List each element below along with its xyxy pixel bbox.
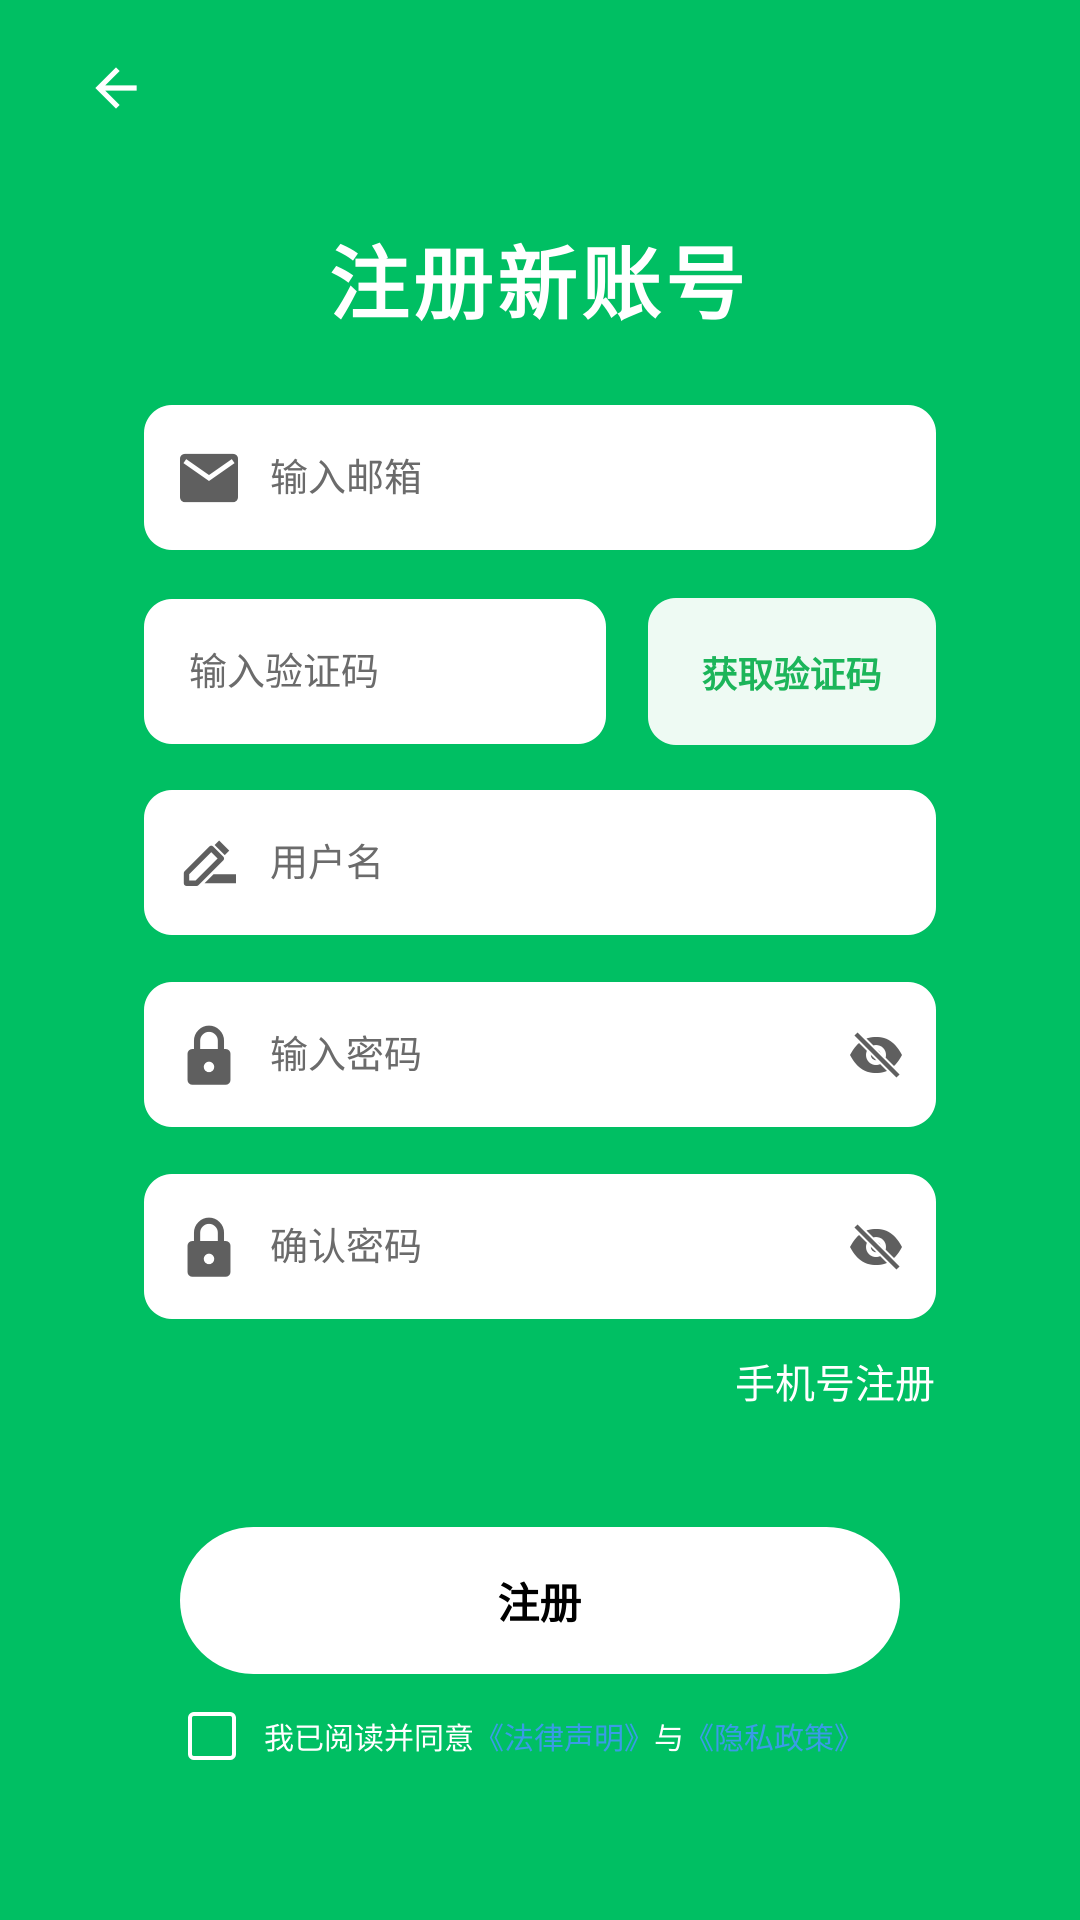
confirm-password-input[interactable] [270, 1174, 830, 1319]
legal-statement-link[interactable]: 《法律声明》 [474, 1714, 654, 1758]
eye-off-icon [850, 1222, 902, 1271]
confirm-password-visibility-toggle[interactable] [846, 1217, 906, 1277]
register-page: 注册新账号 获取验证码 [0, 0, 1080, 1920]
privacy-policy-link[interactable]: 《隐私政策》 [684, 1714, 864, 1758]
username-input[interactable] [270, 790, 830, 935]
lock-icon [180, 1217, 238, 1277]
password-field[interactable] [144, 982, 936, 1127]
agreement-row: 我已阅读并同意 《法律声明》 与 《隐私政策》 [188, 1708, 864, 1764]
edit-icon [180, 834, 238, 892]
register-button[interactable]: 注册 [180, 1527, 900, 1674]
code-field[interactable] [144, 599, 606, 744]
email-field[interactable] [144, 405, 936, 550]
page-title: 注册新账号 [330, 238, 750, 331]
arrow-left-icon [95, 67, 137, 109]
agreement-prefix: 我已阅读并同意 [264, 1722, 474, 1757]
agreement-conjunction: 与 [654, 1722, 684, 1757]
phone-register-link[interactable]: 手机号注册 [735, 1352, 935, 1410]
username-field[interactable] [144, 790, 936, 935]
code-input[interactable] [189, 599, 579, 744]
password-input[interactable] [270, 982, 830, 1127]
get-code-button[interactable]: 获取验证码 [648, 598, 936, 745]
lock-icon [180, 1025, 238, 1085]
agreement-checkbox[interactable] [188, 1712, 236, 1760]
mail-icon [180, 449, 238, 507]
confirm-password-field[interactable] [144, 1174, 936, 1319]
eye-off-icon [850, 1030, 902, 1079]
back-button[interactable] [78, 50, 154, 126]
email-input[interactable] [270, 405, 830, 550]
password-visibility-toggle[interactable] [846, 1025, 906, 1085]
